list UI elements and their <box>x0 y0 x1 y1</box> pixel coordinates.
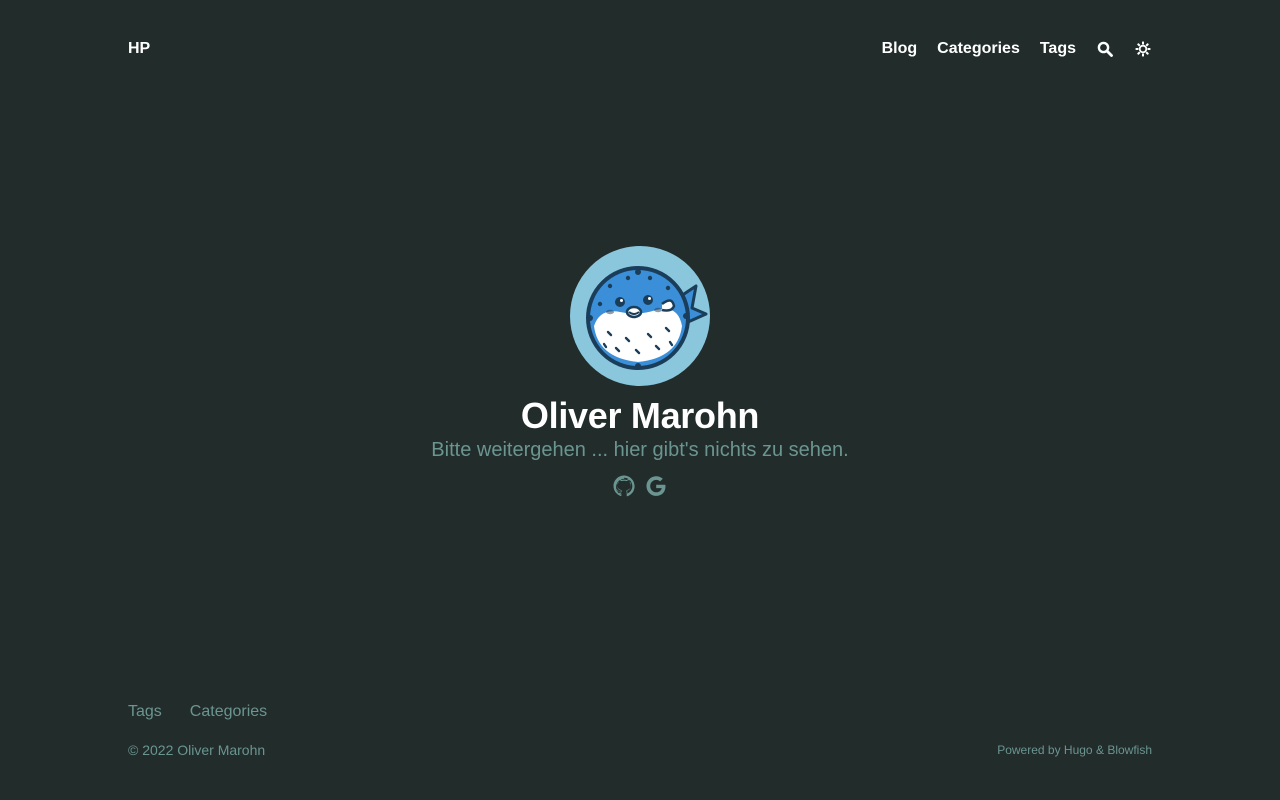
footer-nav-tags[interactable]: Tags <box>128 702 162 722</box>
blowfish-link[interactable]: Blowfish <box>1107 743 1152 757</box>
hugo-link[interactable]: Hugo <box>1064 743 1093 757</box>
footer-nav-categories[interactable]: Categories <box>190 702 267 722</box>
social-links <box>612 474 668 498</box>
search-button[interactable] <box>1096 40 1114 58</box>
profile-hero: Oliver Marohn Bitte weitergehen ... hier… <box>0 246 1280 498</box>
powered-by-text: Powered by Hugo & Blowfish <box>997 742 1152 758</box>
site-header: HP Blog Categories Tags <box>128 36 1152 62</box>
sun-icon <box>1135 41 1151 57</box>
pufferfish-avatar-icon <box>586 266 708 370</box>
nav-item-categories[interactable]: Categories <box>937 40 1020 58</box>
github-icon <box>613 475 635 497</box>
nav-item-tags[interactable]: Tags <box>1040 40 1076 58</box>
google-icon <box>646 476 666 496</box>
main-nav: Blog Categories Tags <box>882 40 1152 58</box>
avatar <box>570 246 710 386</box>
powered-amp: & <box>1095 743 1104 757</box>
github-link[interactable] <box>612 474 636 498</box>
profile-tagline: Bitte weitergehen ... hier gibt's nichts… <box>431 439 849 461</box>
copyright-text: © 2022 Oliver Marohn <box>128 742 266 758</box>
profile-name: Oliver Marohn <box>520 395 760 436</box>
theme-toggle-button[interactable] <box>1134 40 1152 58</box>
google-link[interactable] <box>644 474 668 498</box>
nav-item-blog[interactable]: Blog <box>882 40 918 58</box>
site-brand-link[interactable]: HP <box>128 40 150 58</box>
footer-nav: Tags Categories <box>128 702 267 722</box>
search-icon <box>1097 41 1113 57</box>
powered-prefix: Powered by <box>997 743 1061 757</box>
